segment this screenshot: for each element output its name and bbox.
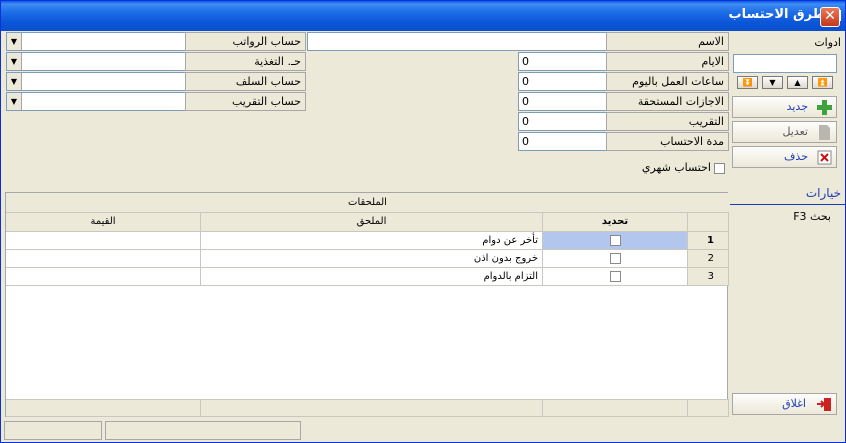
chevron-down-icon[interactable]: ▼ [7, 73, 22, 90]
food-account-label: حـ. التغذية [185, 52, 306, 71]
days-field[interactable]: 0 [518, 52, 607, 71]
edit-button-label: تعديل [782, 125, 808, 138]
monthly-checkbox[interactable] [714, 163, 725, 174]
window: طرق الاحتساب ✕ الاسم 0 الايام 0 ساعات ال… [0, 0, 846, 443]
attachments-grid: الملحقات تحديد الملحق القيمة 1 تأخر عن د… [5, 192, 729, 417]
rounding-label: التقريب [606, 112, 729, 131]
row-select-cell[interactable] [543, 232, 688, 250]
food-account-select[interactable] [6, 52, 186, 71]
exit-door-icon [817, 398, 831, 411]
new-button-label: جديد [786, 100, 808, 113]
chevron-down-icon[interactable]: ▼ [7, 53, 22, 70]
status-bar [1, 418, 845, 442]
period-field[interactable]: 0 [518, 132, 607, 151]
status-segment [4, 421, 102, 440]
column-attachment-header[interactable]: الملحق [201, 213, 543, 232]
row-number: 3 [688, 268, 729, 286]
name-field[interactable] [307, 32, 607, 51]
tools-label: ادوات [814, 36, 841, 49]
rounding-account-label: حساب التقريب [185, 92, 306, 111]
rounding-field[interactable]: 0 [518, 112, 607, 131]
window-title: طرق الاحتساب [728, 7, 825, 22]
monthly-label: احتساب شهري [641, 161, 711, 174]
options-label: خيارات [805, 186, 841, 200]
options-divider [730, 204, 845, 205]
footer-cell [6, 399, 201, 417]
delete-icon [817, 150, 832, 165]
navigator-field[interactable] [733, 54, 837, 73]
row-checkbox[interactable] [610, 235, 621, 246]
advance-account-select[interactable] [6, 72, 186, 91]
row-value[interactable] [6, 232, 201, 250]
hours-field[interactable]: 0 [518, 72, 607, 91]
hours-label: ساعات العمل باليوم [606, 72, 729, 91]
delete-button[interactable]: حذف [732, 146, 837, 168]
salary-account-label: حساب الرواتب [185, 32, 306, 51]
row-attachment[interactable]: خروج بدون اذن [201, 250, 543, 268]
row-select-cell[interactable] [543, 250, 688, 268]
row-number: 2 [688, 250, 729, 268]
first-record-icon[interactable]: ⏫ [812, 76, 833, 89]
salary-account-select[interactable] [6, 32, 186, 51]
plus-icon [817, 100, 832, 115]
row-attachment[interactable]: التزام بالدوام [201, 268, 543, 286]
previous-record-icon[interactable]: ▲ [787, 76, 808, 89]
name-label: الاسم [606, 32, 729, 51]
search-link[interactable]: بحث F3 [793, 210, 831, 223]
row-number-header [688, 213, 729, 232]
title-bar: طرق الاحتساب ✕ [1, 1, 845, 31]
delete-button-label: حذف [784, 150, 808, 163]
row-select-cell[interactable] [543, 268, 688, 286]
leaves-field[interactable]: 0 [518, 92, 607, 111]
row-checkbox[interactable] [610, 271, 621, 282]
footer-cell [543, 399, 688, 417]
footer-cell [201, 399, 543, 417]
chevron-down-icon[interactable]: ▼ [7, 93, 22, 110]
edit-button[interactable]: تعديل [732, 121, 837, 143]
footer-cell [688, 399, 729, 417]
advance-account-label: حساب السلف [185, 72, 306, 91]
new-button[interactable]: جديد [732, 96, 837, 118]
row-number: 1 [688, 232, 729, 250]
close-window-button[interactable]: ✕ [820, 7, 840, 27]
next-record-icon[interactable]: ▼ [762, 76, 783, 89]
row-value[interactable] [6, 268, 201, 286]
status-segment [105, 421, 301, 440]
close-button-label: اغلاق [782, 397, 806, 410]
attachments-group-header: الملحقات [6, 193, 729, 213]
sidebar: ادوات ⏫ ▲ ▼ ⏬ جديد تعديل حذف خيارات بحث … [730, 32, 845, 417]
leaves-label: الاجازات المستحقة [606, 92, 729, 111]
document-icon [819, 125, 830, 140]
close-button[interactable]: اغلاق [732, 393, 837, 415]
rounding-account-select[interactable] [6, 92, 186, 111]
last-record-icon[interactable]: ⏬ [737, 76, 758, 89]
row-value[interactable] [6, 250, 201, 268]
column-select-header[interactable]: تحديد [543, 213, 688, 232]
chevron-down-icon[interactable]: ▼ [7, 33, 22, 50]
row-checkbox[interactable] [610, 253, 621, 264]
row-attachment[interactable]: تأخر عن دوام [201, 232, 543, 250]
column-value-header[interactable]: القيمة [6, 213, 201, 232]
period-label: مدة الاحتساب [606, 132, 729, 151]
days-label: الايام [606, 52, 729, 71]
